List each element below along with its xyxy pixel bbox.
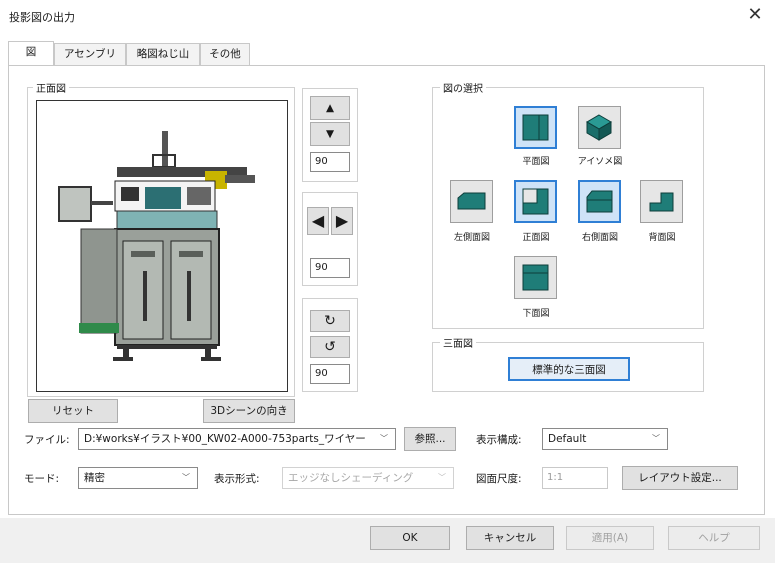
view-select-group-title: 図の選択 [440,80,486,95]
display-format-label: 表示形式: [214,473,260,485]
view-front-button[interactable] [514,180,557,223]
display-config-value: Default [548,433,587,445]
file-value: D:¥works¥イラスト¥00_KW02-A000-753parts_ワイヤー [84,433,366,445]
tab-view[interactable]: 図 [8,41,54,65]
rotate-ccw-icon: ↺ [324,339,336,355]
tab-label: アセンブリ [64,48,116,60]
cancel-button[interactable]: キャンセル [466,526,554,550]
triangle-left-icon: ◀ [311,211,325,230]
rotate-ccw-button[interactable]: ↺ [310,336,350,358]
view-back-button[interactable] [640,180,683,223]
horizontal-angle-input[interactable]: 90 [310,258,350,278]
tab-assembly[interactable]: アセンブリ [54,43,126,65]
drawing-scale-label: 図面尺度: [476,473,522,485]
view-bottom-button[interactable] [514,256,557,299]
display-config-select[interactable]: Default ﹀ [542,428,668,450]
view-left-label: 左側面図 [453,233,490,243]
view-right-button[interactable] [578,180,621,223]
view-right-label: 右側面図 [581,233,618,243]
title-bar [0,0,775,30]
right-view-icon [586,190,613,213]
display-format-select[interactable]: エッジなしシェーディング ﹀ [282,467,454,489]
reset-button[interactable]: リセット [28,399,118,423]
tab-label: その他 [209,48,241,60]
rotate-right-button[interactable]: ▶ [331,207,353,235]
chevron-down-icon: ﹀ [182,473,190,482]
chevron-down-icon: ﹀ [377,429,388,449]
chevron-down-icon: ﹀ [438,473,446,482]
view-top-button[interactable] [514,106,557,149]
display-config-label: 表示構成: [476,434,522,446]
close-icon[interactable]: ✕ [744,5,766,25]
view-left-button[interactable] [450,180,493,223]
scene-direction-button[interactable]: 3Dシーンの向き [203,399,295,423]
triangle-up-icon: ▲ [325,102,335,114]
file-select[interactable]: D:¥works¥イラスト¥00_KW02-A000-753parts_ワイヤー… [78,428,396,450]
back-view-icon [649,192,674,212]
machine-preview-image [58,131,255,361]
mode-value: 精密 [84,472,105,484]
rotate-down-button[interactable]: ▼ [310,122,350,146]
left-view-icon [457,192,486,210]
front-view-group-title: 正面図 [33,80,69,95]
display-format-value: エッジなしシェーディング [288,472,414,484]
tab-thread[interactable]: 略図ねじ山 [126,43,200,65]
isometric-icon [586,114,612,141]
mode-select[interactable]: 精密 ﹀ [78,467,198,489]
window-title: 投影図の出力 [9,11,75,24]
rotate-cw-button[interactable]: ↻ [310,310,350,332]
view-bottom-label: 下面図 [522,309,550,319]
view-front-label: 正面図 [522,233,550,243]
tab-label: 略図ねじ山 [136,48,190,60]
tab-other[interactable]: その他 [200,43,250,65]
rotate-cw-icon: ↻ [324,313,336,329]
file-label: ファイル: [24,434,70,446]
rotate-up-button[interactable]: ▲ [310,96,350,120]
vertical-angle-input[interactable]: 90 [310,152,350,172]
rotate-left-button[interactable]: ◀ [307,207,329,235]
front-view-icon [522,188,549,215]
preview-canvas [36,100,288,392]
view-isometric-label: アイソメ図 [577,157,623,167]
apply-button[interactable]: 適用(A) [566,526,654,550]
view-isometric-button[interactable] [578,106,621,149]
standard-three-view-button[interactable]: 標準的な三面図 [508,357,630,381]
view-top-label: 平面図 [522,157,550,167]
top-view-icon [522,114,549,141]
triangle-down-icon: ▼ [325,128,335,140]
drawing-scale-input[interactable]: 1:1 [542,467,608,489]
ok-button[interactable]: OK [370,526,450,550]
tab-label: 図 [25,46,37,58]
chevron-down-icon: ﹀ [652,434,660,443]
view-back-label: 背面図 [648,233,676,243]
three-view-group-title: 三面図 [440,335,476,350]
help-button[interactable]: ヘルプ [668,526,760,550]
bottom-view-icon [522,264,549,291]
browse-button[interactable]: 参照... [404,427,456,451]
layout-settings-button[interactable]: レイアウト設定... [622,466,738,490]
rotate-angle-input[interactable]: 90 [310,364,350,384]
mode-label: モード: [24,473,60,485]
triangle-right-icon: ▶ [335,211,349,230]
